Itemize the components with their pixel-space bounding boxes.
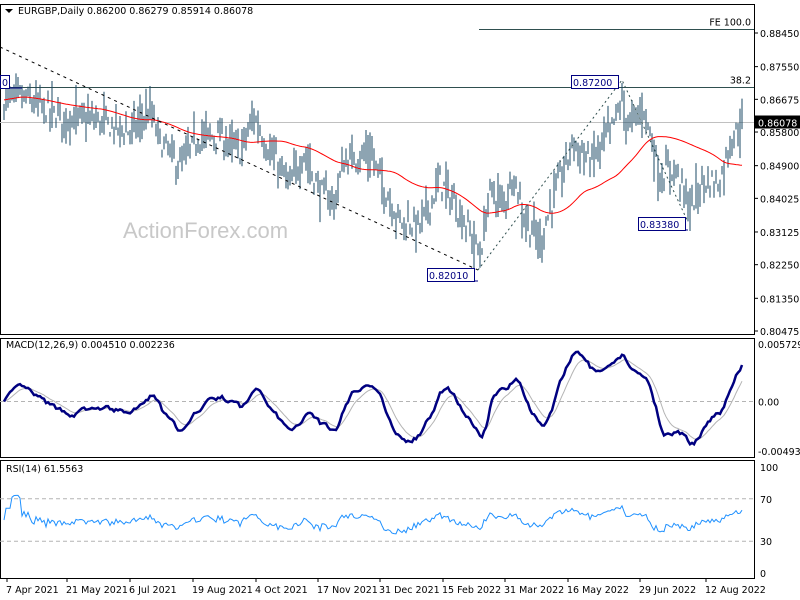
price-tick-label: 0.80475	[760, 327, 799, 338]
price-tick-label: 0.84900	[760, 162, 799, 173]
current-price-label: 0.86078	[758, 119, 797, 130]
rsi-tick-label: 30	[760, 537, 772, 548]
price-tick-label: 0.88450	[760, 29, 799, 40]
panel-frames	[0, 4, 755, 579]
price-tick-label: 0.81350	[760, 294, 799, 305]
rsi-line	[3, 494, 743, 535]
date-tick-label: 6 Jul 2021	[129, 585, 177, 596]
collapse-triangle-icon[interactable]	[5, 9, 13, 13]
date-tick-label: 29 Jun 2022	[639, 585, 696, 596]
macd-panel: 0.005729 0.00 -0.00493	[0, 340, 800, 458]
macd-title: MACD(12,26,9) 0.004510 0.002236	[6, 340, 175, 351]
date-tick-label: 31 Mar 2022	[504, 585, 564, 596]
fib-level-label: 38.2	[730, 76, 751, 87]
macd-signal-line	[3, 359, 743, 440]
price-tick-label: 0.85800	[760, 128, 799, 139]
moving-average-line	[3, 96, 743, 214]
date-tick-label: 15 Feb 2022	[442, 585, 501, 596]
date-tick-label: 4 Oct 2021	[255, 585, 308, 596]
price-tick-label: 0.87550	[760, 63, 799, 74]
rsi-tick-label: 100	[760, 463, 778, 474]
date-tick-label: 21 May 2021	[66, 585, 128, 596]
price-label: 0	[2, 78, 8, 89]
watermark: ActionForex.com	[123, 218, 288, 243]
date-tick-label: 12 Aug 2022	[705, 585, 766, 596]
price-tick-label: 0.83125	[760, 228, 799, 239]
chart-symbol: EURGBP,Daily	[18, 6, 85, 17]
rsi-tick-label: 70	[760, 495, 772, 506]
macd-line	[2, 350, 744, 447]
fib-level-label: FE 100.0	[709, 18, 751, 29]
panel-frame-1	[0, 338, 755, 458]
macd-tick-label: -0.00493	[758, 447, 800, 458]
date-tick-label: 17 Nov 2021	[317, 585, 378, 596]
date-tick-label: 7 Apr 2021	[6, 585, 59, 596]
panel-frame-2	[0, 460, 755, 579]
price-tick-label: 0.82250	[760, 261, 799, 272]
fib-levels: 38.2 FE 100.0	[0, 18, 754, 123]
date-tick-label: 19 Aug 2021	[192, 585, 253, 596]
eurgbp-chart[interactable]: ActionForex.com 38.2 FE 100.0 0.87200 0.83…	[0, 0, 800, 600]
rsi-panel: 100 70 30 0	[0, 463, 778, 580]
rsi-tick-label: 0	[760, 569, 766, 580]
date-tick-label: 16 May 2022	[567, 585, 629, 596]
rsi-title: RSI(14) 61.5563	[6, 464, 83, 475]
price-tick-label: 0.86675	[760, 95, 799, 106]
chart-ohlc: 0.86200 0.86279 0.85914 0.86078	[87, 6, 253, 17]
date-tick-label: 31 Dec 2021	[379, 585, 440, 596]
price-label: 0.83380	[640, 220, 679, 231]
price-bars	[3, 73, 743, 270]
macd-tick-label: 0.005729	[758, 340, 800, 351]
macd-tick-label: 0.00	[758, 398, 779, 409]
price-label: 0.82010	[429, 271, 468, 282]
price-label: 0.87200	[573, 78, 612, 89]
axes: 0.88450 0.87550 0.86675 0.85800 0.84900 0.840…	[6, 29, 800, 596]
price-tick-label: 0.84025	[760, 194, 799, 205]
